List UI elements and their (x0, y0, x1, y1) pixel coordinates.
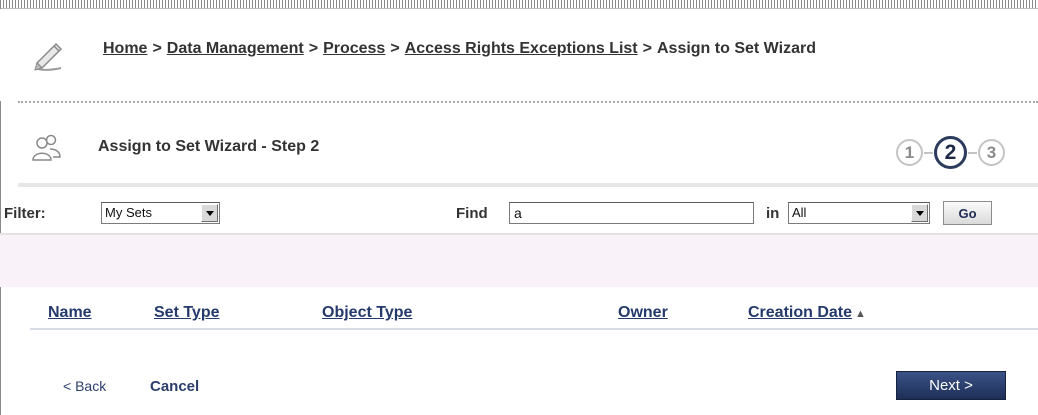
in-select[interactable]: All (788, 202, 930, 224)
breadcrumb-separator: > (308, 40, 319, 57)
column-header-name[interactable]: Name (48, 304, 92, 322)
filter-bar: Filter: My Sets Find in All Go (0, 188, 1038, 232)
filter-select-value: My Sets (105, 205, 152, 220)
table-header: Name Set Type Object Type Owner Creation… (0, 300, 1038, 330)
message-band (0, 235, 1038, 287)
step-3: 3 (978, 139, 1005, 166)
breadcrumb-separator: > (390, 40, 400, 57)
step-1: 1 (896, 139, 923, 166)
column-header-creation-date[interactable]: Creation Date ▲ (748, 304, 866, 322)
find-label: Find (456, 205, 488, 222)
filter-label: Filter: (4, 205, 46, 222)
column-header-object-type[interactable]: Object Type (322, 304, 412, 322)
top-border (0, 0, 1038, 9)
breadcrumb-access-rights-exceptions-list[interactable]: Access Rights Exceptions List (405, 40, 638, 57)
wizard-title: Assign to Set Wizard - Step 2 (98, 138, 320, 155)
breadcrumb-separator: > (642, 40, 652, 57)
column-header-creation-date-label: Creation Date (748, 304, 853, 321)
breadcrumb-process[interactable]: Process (323, 40, 385, 57)
go-button[interactable]: Go (943, 201, 992, 225)
step-connector (924, 151, 933, 154)
next-button[interactable]: Next > (896, 371, 1006, 400)
step-connector (968, 151, 977, 154)
cancel-link[interactable]: Cancel (150, 378, 199, 395)
pencil-icon (34, 42, 63, 71)
breadcrumb-separator: > (152, 40, 162, 57)
back-link[interactable]: < Back (63, 378, 106, 394)
in-select-value: All (792, 205, 807, 220)
chevron-down-icon[interactable] (911, 204, 928, 222)
filter-select[interactable]: My Sets (101, 202, 220, 224)
chevron-down-icon[interactable] (201, 204, 218, 222)
find-input[interactable] (509, 202, 754, 224)
in-label: in (766, 205, 780, 222)
column-header-owner[interactable]: Owner (618, 304, 668, 322)
breadcrumb-data-management[interactable]: Data Management (167, 40, 304, 57)
step-divider (18, 183, 1038, 187)
column-header-set-type[interactable]: Set Type (154, 304, 220, 322)
breadcrumb-home[interactable]: Home (103, 40, 147, 57)
users-icon (32, 134, 61, 161)
breadcrumb-current: Assign to Set Wizard (656, 40, 816, 57)
table-header-divider (30, 328, 1038, 330)
breadcrumb: Home > Data Management > Process > Access Righ… (103, 40, 816, 58)
step-indicator: 1 2 3 (896, 136, 1005, 169)
step-2-active: 2 (934, 136, 967, 169)
breadcrumb-header: Home > Data Management > Process > Access Righ… (0, 9, 1038, 101)
sort-ascending-icon: ▲ (855, 308, 866, 320)
header-divider (18, 101, 1038, 103)
wizard-step-header: Assign to Set Wizard - Step 2 1 2 3 (18, 107, 1038, 183)
